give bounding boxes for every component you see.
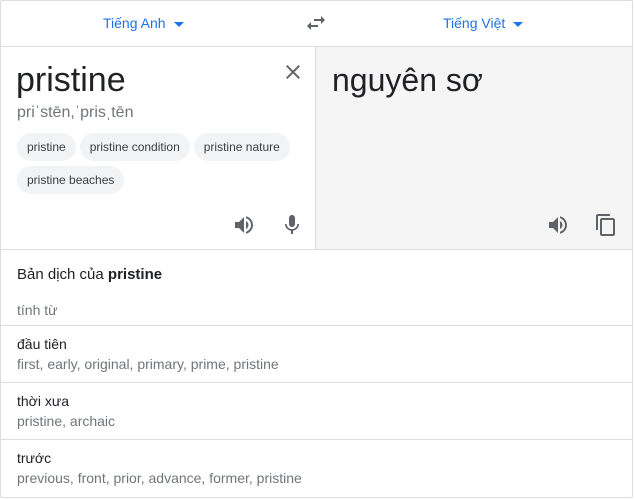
target-language-label: Tiếng Việt	[443, 15, 506, 31]
translation-text: nguyên sơ	[332, 62, 483, 98]
target-language-selector[interactable]: Tiếng Việt	[443, 15, 524, 31]
speaker-icon	[235, 216, 253, 234]
swap-icon	[307, 16, 325, 30]
source-panel: pristine priˈstēn,ˈprisˌtēn pristine pris…	[1, 47, 316, 250]
entry-term: thời xưa	[17, 393, 70, 409]
heading-word: pristine	[107, 266, 163, 283]
suggestion-chip[interactable]: pristine	[17, 133, 76, 161]
entry-synonyms: previous, front, prior, advance, former,…	[17, 470, 302, 486]
part-of-speech: tính từ	[17, 302, 58, 318]
entry-synonyms: first, early, original, primary, prime, …	[17, 356, 279, 372]
entry-term: trước	[17, 450, 52, 466]
swap-languages-button[interactable]	[304, 11, 328, 35]
suggestion-chip[interactable]: pristine nature	[193, 133, 290, 161]
transliteration: priˈstēn,ˈprisˌtēn	[17, 104, 134, 121]
translation-entry[interactable]: trước previous, front, prior, advance, f…	[1, 439, 632, 496]
translation-entry[interactable]: thời xưa pristine, archaic	[1, 382, 632, 439]
microphone-button[interactable]	[280, 213, 304, 237]
speaker-icon	[549, 216, 567, 234]
suggestion-chips: pristine pristine condition pristine natur…	[17, 133, 307, 199]
copy-icon	[596, 214, 615, 236]
clear-button[interactable]	[281, 60, 305, 84]
caret-down-icon	[513, 21, 524, 27]
target-panel: nguyên sơ	[316, 47, 632, 250]
copy-translation-button[interactable]	[594, 213, 618, 237]
source-text[interactable]: pristine	[16, 60, 126, 100]
entry-term: đầu tiên	[17, 336, 67, 352]
heading-prefix: Bản dịch của	[17, 266, 104, 283]
close-icon	[286, 65, 300, 79]
caret-down-icon	[173, 21, 184, 27]
entry-synonyms: pristine, archaic	[17, 413, 116, 429]
microphone-icon	[285, 215, 299, 234]
listen-translation-button[interactable]	[546, 213, 570, 237]
source-language-selector[interactable]: Tiếng Anh	[103, 15, 184, 31]
suggestion-chip[interactable]: pristine beaches	[17, 166, 125, 194]
source-language-label: Tiếng Anh	[103, 15, 166, 31]
listen-source-button[interactable]	[232, 213, 256, 237]
language-bar: Tiếng Anh Tiếng Việt	[1, 1, 632, 47]
suggestion-chip[interactable]: pristine condition	[79, 133, 190, 161]
translation-entry[interactable]: đầu tiên first, early, original, primary…	[1, 325, 632, 382]
translations-heading: Bản dịch của pristine	[17, 266, 162, 283]
